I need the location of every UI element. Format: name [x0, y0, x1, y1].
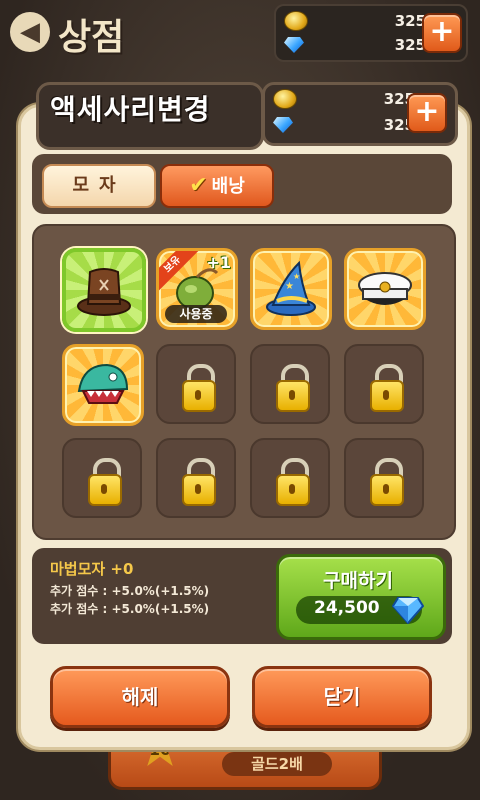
buy-button-label: 구매하기 [323, 570, 393, 592]
svg-text:★: ★ [285, 281, 294, 292]
modal-add-currency-button[interactable]: + [407, 93, 447, 133]
item-slot-locked[interactable] [250, 438, 330, 518]
item-slot-locked[interactable] [250, 344, 330, 424]
item-name: 마법모자 +0 [50, 560, 134, 578]
item-slot-top-hat[interactable] [62, 248, 146, 332]
close-button[interactable]: 닫기 [252, 666, 432, 728]
captain-hat-icon [358, 272, 412, 305]
item-slot-locked[interactable] [156, 438, 236, 518]
top-hat-icon [77, 268, 131, 316]
gem-icon [273, 117, 293, 133]
shop-currency-panel: 325 325 + [274, 4, 468, 62]
item-slot-wizard-hat[interactable]: ★ ★ [250, 248, 332, 330]
tab-hat[interactable]: 모자 [42, 164, 156, 208]
coin-icon [284, 11, 308, 31]
gold-bonus-label: 골드2배 [222, 752, 332, 776]
item-stat-2: 추가 점수 : +5.0%(+1.5%) [50, 602, 210, 616]
gem-icon [284, 37, 304, 53]
diamond-icon [392, 597, 424, 624]
coin-icon [273, 89, 297, 109]
item-slot-captain-hat[interactable] [344, 248, 426, 330]
tab-backpack[interactable]: ✔ 배낭 [160, 164, 274, 208]
modal-currency-panel: 325 325 + [262, 82, 458, 146]
item-slot-locked[interactable] [62, 438, 142, 518]
back-arrow-icon[interactable]: ◀ [10, 12, 50, 52]
in-use-label: 사용중 [165, 305, 227, 323]
shop-title: 상점 [58, 17, 125, 58]
release-button[interactable]: 해제 [50, 666, 230, 728]
item-slot-locked[interactable] [344, 438, 424, 518]
price-value: 24,500 [314, 598, 380, 618]
check-icon: ✔ [189, 173, 208, 198]
item-slot-green-bag[interactable]: 보유 +1 사용중 [156, 248, 238, 330]
item-slot-locked[interactable] [156, 344, 236, 424]
shark-cap-icon [77, 363, 129, 404]
tab-backpack-label: 배낭 [211, 176, 245, 197]
modal-title: 액세사리변경 [50, 93, 211, 126]
wizard-hat-icon: ★ ★ [266, 260, 316, 316]
item-stat-1: 추가 점수 : +5.0%(+1.5%) [50, 584, 210, 598]
svg-text:★: ★ [293, 272, 300, 281]
shop-add-currency-button[interactable]: + [422, 13, 462, 53]
item-slot-locked[interactable] [344, 344, 424, 424]
items-grid: 보유 +1 사용중 ★ ★ [32, 224, 456, 540]
item-slot-shark-cap[interactable] [62, 344, 144, 426]
